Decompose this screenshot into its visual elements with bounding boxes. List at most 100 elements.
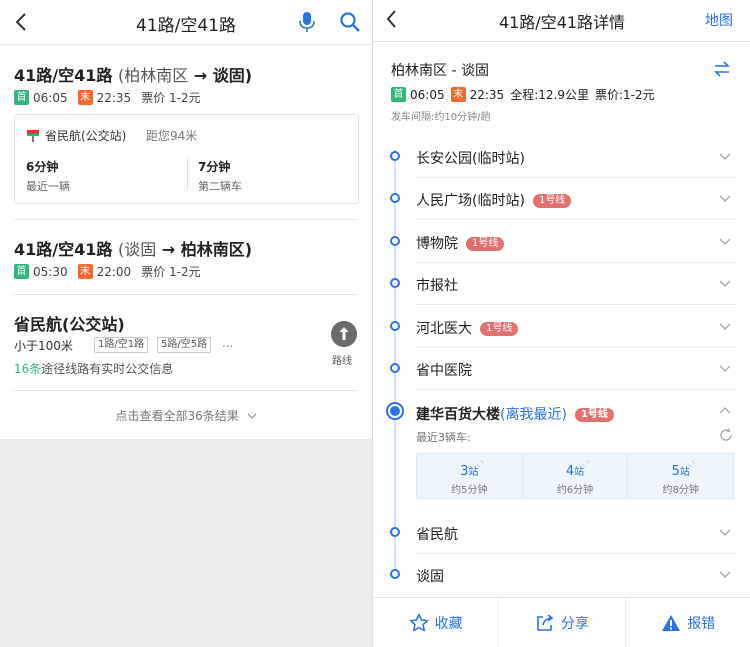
realtime-count: 16条	[14, 362, 42, 376]
bus2-eta: 7分钟	[198, 160, 231, 174]
bus-arrival: ◟◝ 3站 约5分钟	[417, 454, 523, 498]
route-arrow: →	[161, 240, 176, 259]
stop-dot-icon	[390, 363, 400, 373]
stops-unit: 站	[574, 467, 585, 478]
stops-away: 4站	[523, 463, 628, 479]
favorite-button[interactable]: 收藏	[373, 598, 500, 647]
stop-name: 省民航	[416, 527, 458, 543]
share-label: 分享	[560, 615, 589, 632]
view-all-label: 点击查看全部36条结果	[115, 409, 239, 423]
stop-row[interactable]: 市报社	[373, 263, 750, 305]
stop-dot-icon	[390, 193, 400, 203]
bus2-label: 第二辆车	[198, 180, 242, 193]
line-badge[interactable]: 1路/空1路	[94, 337, 149, 353]
stops-count: 5	[671, 464, 680, 479]
route-card-title[interactable]: 41路/空41路 (谈固 → 柏林南区)	[14, 236, 252, 260]
line-badge[interactable]: 5路/空5路	[157, 337, 212, 353]
share-button[interactable]: 分享	[499, 598, 626, 647]
chevron-down-icon	[719, 529, 731, 536]
refresh-icon[interactable]	[719, 428, 733, 442]
divider	[14, 294, 358, 295]
stop-row[interactable]: 河北医大 1号线	[373, 306, 750, 348]
stops-unit: 站	[679, 467, 690, 478]
search-header: 41路/空41路	[0, 0, 372, 45]
route-from: (谈固	[117, 240, 157, 259]
route-times: 首 06:05 末 22:35 票价 1-2元	[14, 89, 201, 106]
report-label: 报错	[687, 615, 716, 632]
stop-dot-icon	[390, 278, 400, 288]
chevron-down-icon	[719, 571, 731, 578]
divider	[14, 219, 358, 220]
total-distance: 全程:12.9公里	[510, 88, 589, 102]
chevron-down-icon	[719, 195, 731, 202]
chevron-down-icon	[719, 365, 731, 372]
stop-row[interactable]: 博物院 1号线	[373, 221, 750, 263]
bus-arrival: ◟◝ 4站 约6分钟	[523, 454, 629, 498]
stop-distance: 距您94米	[146, 129, 198, 143]
chevron-up-icon[interactable]	[719, 406, 731, 416]
favorite-label: 收藏	[434, 615, 463, 632]
chevron-down-icon	[719, 323, 731, 330]
stop-name-text: 博物院	[416, 236, 458, 252]
route-detail-panel: 41路/空41路详情 地图 柏林南区 - 谈固 首 06:05 末 22:35 …	[372, 0, 750, 647]
warning-icon	[662, 614, 681, 631]
page-title: 41路/空41路详情	[498, 13, 626, 32]
last-bus-tag: 末	[77, 90, 93, 105]
last-bus-tag: 末	[450, 87, 466, 102]
stop-name: 河北医大 1号线	[416, 318, 519, 338]
view-all-results-link[interactable]: 点击查看全部36条结果	[0, 407, 372, 424]
divider	[416, 304, 737, 305]
current-stop-text: 建华百货大楼	[416, 407, 500, 423]
stop-name: 谈固	[416, 569, 444, 585]
star-icon	[409, 613, 428, 631]
swap-direction-icon[interactable]	[713, 60, 731, 78]
stop-row[interactable]: 谈固	[373, 554, 750, 596]
directions-icon[interactable]	[331, 321, 357, 347]
eta: 约6分钟	[556, 485, 594, 496]
route-name: 41路/空41路	[14, 66, 113, 85]
station-title[interactable]: 省民航(公交站)	[14, 311, 125, 335]
station-realtime-info: 16条途径线路有实时公交信息	[14, 360, 173, 377]
stop-name: 长安公园(临时站)	[416, 151, 525, 167]
chevron-down-icon	[719, 280, 731, 287]
stops-away: 3站	[417, 463, 522, 479]
divider	[416, 219, 737, 220]
search-query[interactable]: 41路/空41路	[0, 11, 372, 36]
route-card-title[interactable]: 41路/空41路 (柏林南区 → 谈固)	[14, 62, 252, 86]
route-direction: 柏林南区 - 谈固	[391, 63, 489, 79]
first-bus-tag: 首	[14, 264, 29, 279]
route-summary: 首 06:05 末 22:35 全程:12.9公里 票价:1-2元	[391, 86, 655, 103]
chevron-down-icon	[719, 153, 731, 160]
last-bus-time: 22:00	[96, 264, 132, 279]
stops-unit: 站	[468, 467, 479, 478]
first-bus-time: 06:05	[410, 87, 445, 102]
stop-row[interactable]: 长安公园(临时站)	[373, 136, 750, 178]
route-to: 谈固)	[212, 66, 253, 85]
report-error-button[interactable]: 报错	[626, 598, 750, 647]
stop-row[interactable]: 省中医院	[373, 348, 750, 390]
current-stop-name[interactable]: 建华百货大楼(离我最近) 1号线	[416, 404, 614, 424]
ticket-price: 票价 1-2元	[141, 265, 201, 279]
subway-badge: 1号线	[466, 237, 505, 251]
stop-name: 博物院 1号线	[416, 233, 505, 253]
arrival-panel: ◟◝ 3站 约5分钟 ◟◝ 4站 约6分钟 ◟◝ 5站 约8分钟	[416, 453, 734, 499]
subway-badge: 1号线	[532, 194, 572, 208]
divider	[416, 389, 737, 390]
station-distance: 小于100米	[14, 339, 73, 353]
last-bus-tag: 末	[77, 264, 93, 279]
search-icon[interactable]	[339, 11, 361, 33]
stop-row[interactable]: 省民航	[373, 512, 750, 554]
stop-name-text: 河北医大	[416, 321, 472, 337]
route-name: 41路/空41路	[14, 240, 113, 259]
stop-row[interactable]: 人民广场(临时站) 1号线	[373, 178, 750, 220]
next-buses-label: 最近3辆车:	[416, 431, 471, 444]
route-arrow: →	[193, 66, 208, 85]
nearest-stop-card[interactable]: 省民航(公交站) 距您94米 6分钟 最近一辆 7分钟 第二辆车	[14, 114, 359, 204]
directions-label[interactable]: 路线	[332, 352, 352, 367]
microphone-icon[interactable]	[298, 11, 316, 33]
route-from: (柏林南区	[117, 66, 189, 85]
stop-dot-icon	[390, 569, 400, 579]
realtime-text: 途径线路有实时公交信息	[41, 362, 174, 376]
route-times: 首 05:30 末 22:00 票价 1-2元	[14, 263, 201, 280]
map-button[interactable]: 地图	[705, 10, 733, 30]
